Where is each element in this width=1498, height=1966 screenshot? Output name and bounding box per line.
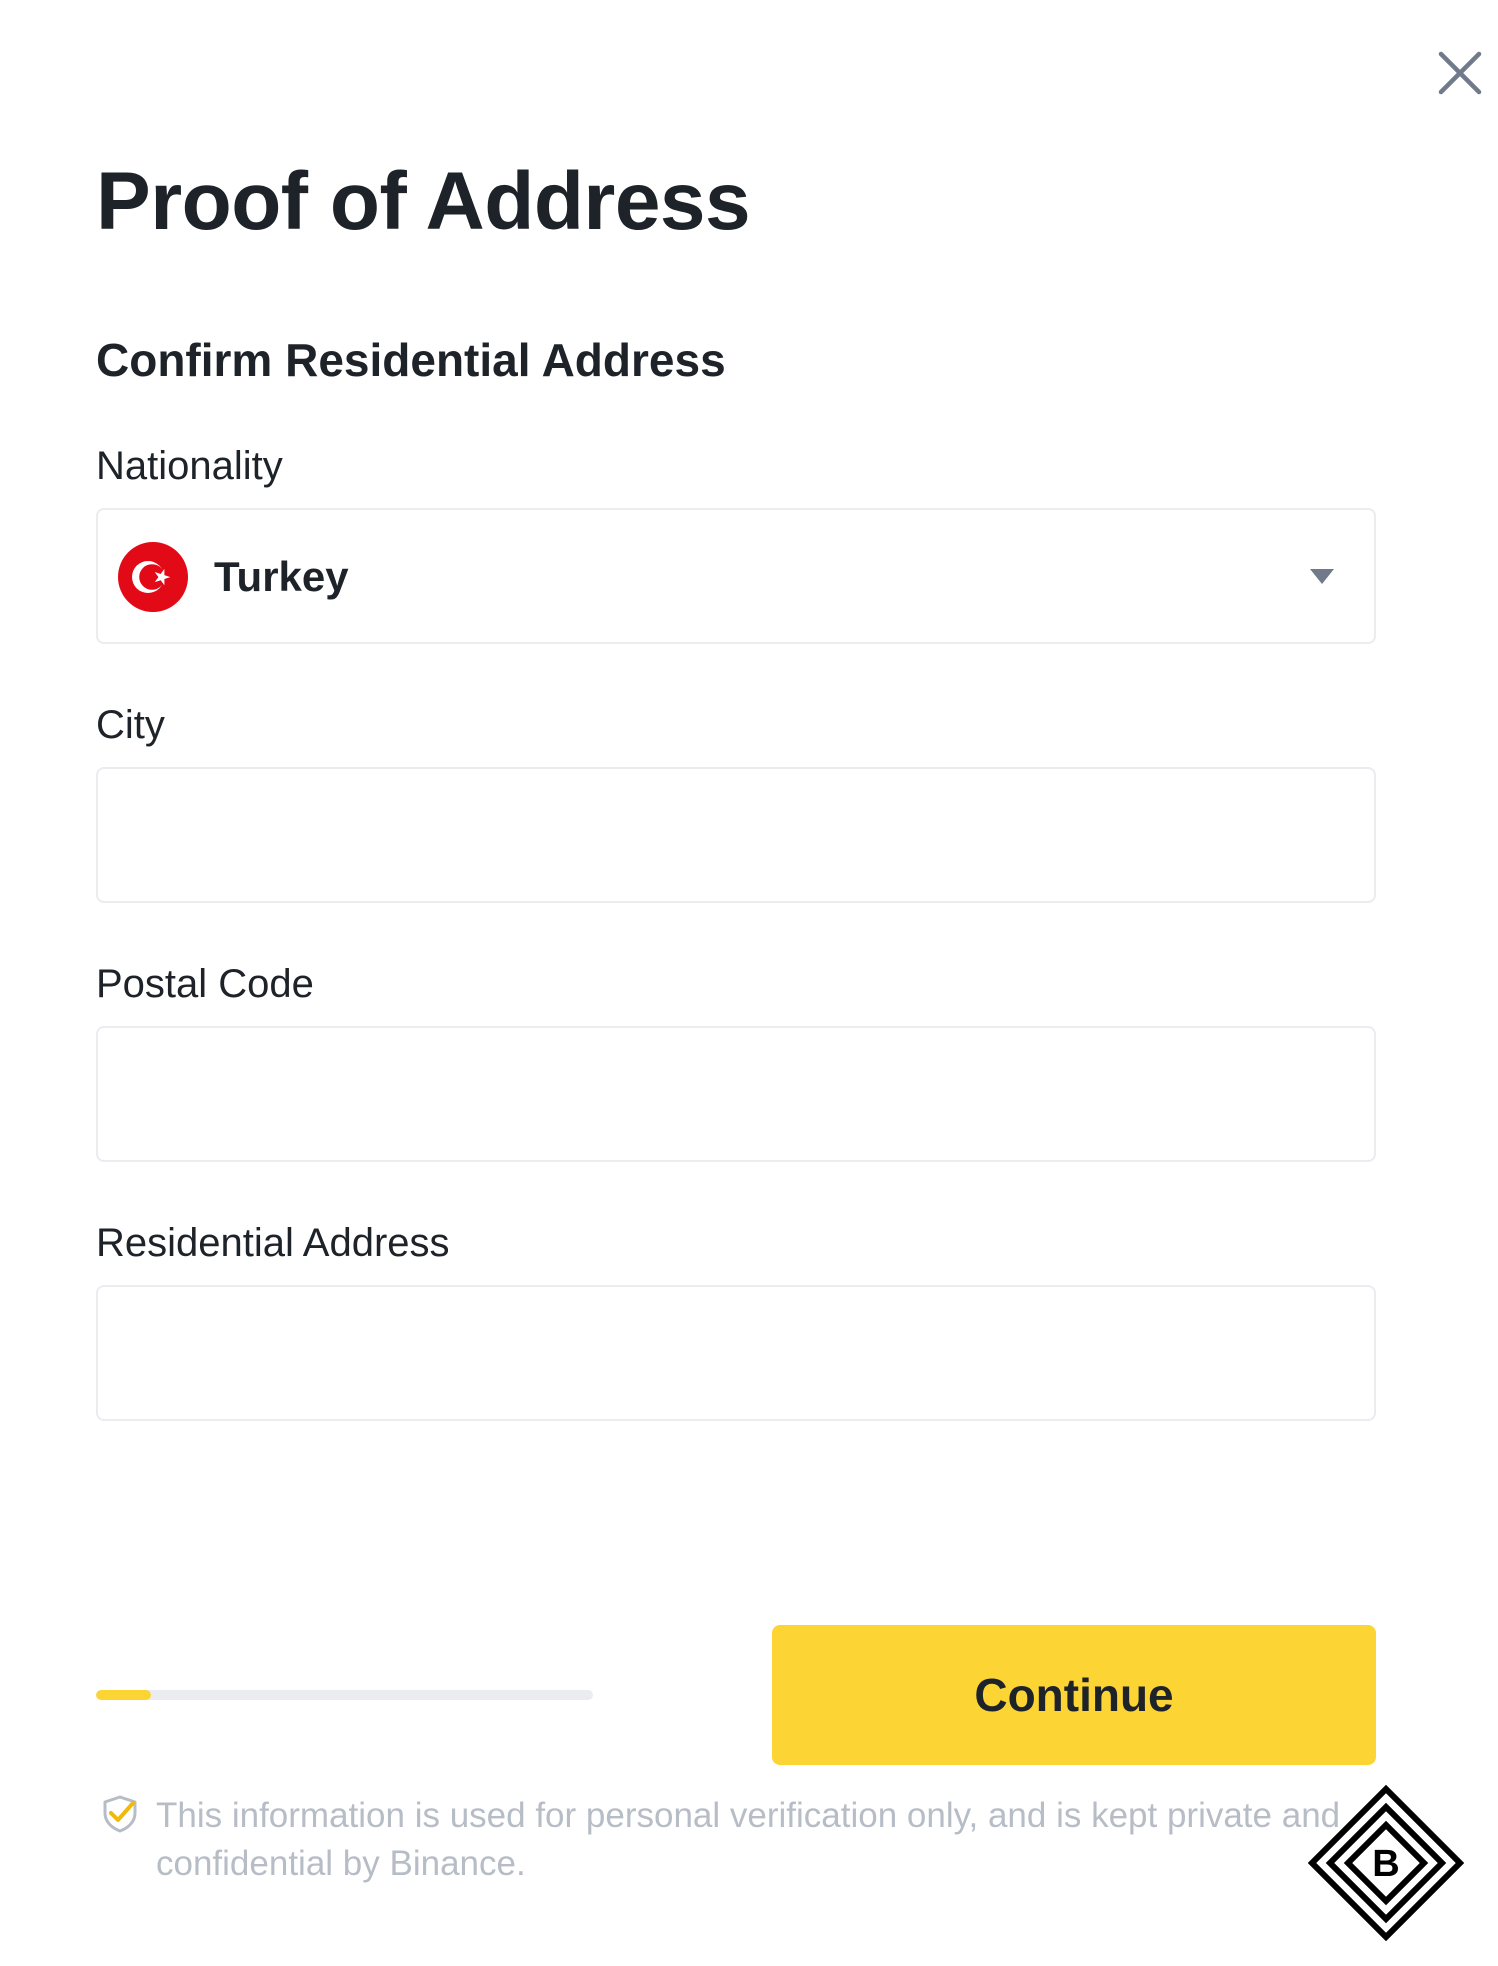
progress-bar	[96, 1690, 593, 1700]
continue-button[interactable]: Continue	[772, 1625, 1376, 1765]
postal-code-field-container	[96, 1026, 1376, 1162]
nationality-select[interactable]: Turkey	[96, 508, 1376, 644]
progress-bar-fill	[96, 1690, 151, 1700]
residential-address-field-container	[96, 1285, 1376, 1421]
caret-down-icon	[1310, 569, 1334, 584]
section-title: Confirm Residential Address	[96, 334, 726, 386]
close-icon	[1438, 51, 1482, 95]
turkey-flag-icon	[118, 542, 188, 612]
binance-b-logo-icon: B	[1308, 1785, 1464, 1941]
page-title: Proof of Address	[96, 156, 751, 247]
city-field-container	[96, 767, 1376, 903]
postal-code-label: Postal Code	[96, 962, 314, 1006]
svg-text:B: B	[1372, 1843, 1399, 1885]
postal-code-input[interactable]	[98, 1028, 1374, 1160]
nationality-value: Turkey	[214, 553, 349, 600]
city-label: City	[96, 703, 165, 747]
residential-address-input[interactable]	[98, 1287, 1374, 1419]
city-input[interactable]	[98, 769, 1374, 901]
close-button[interactable]	[1435, 48, 1485, 98]
privacy-notice: This information is used for personal ve…	[156, 1796, 1341, 1883]
nationality-label: Nationality	[96, 444, 283, 488]
residential-address-label: Residential Address	[96, 1221, 450, 1265]
shield-check-icon	[103, 1795, 137, 1833]
